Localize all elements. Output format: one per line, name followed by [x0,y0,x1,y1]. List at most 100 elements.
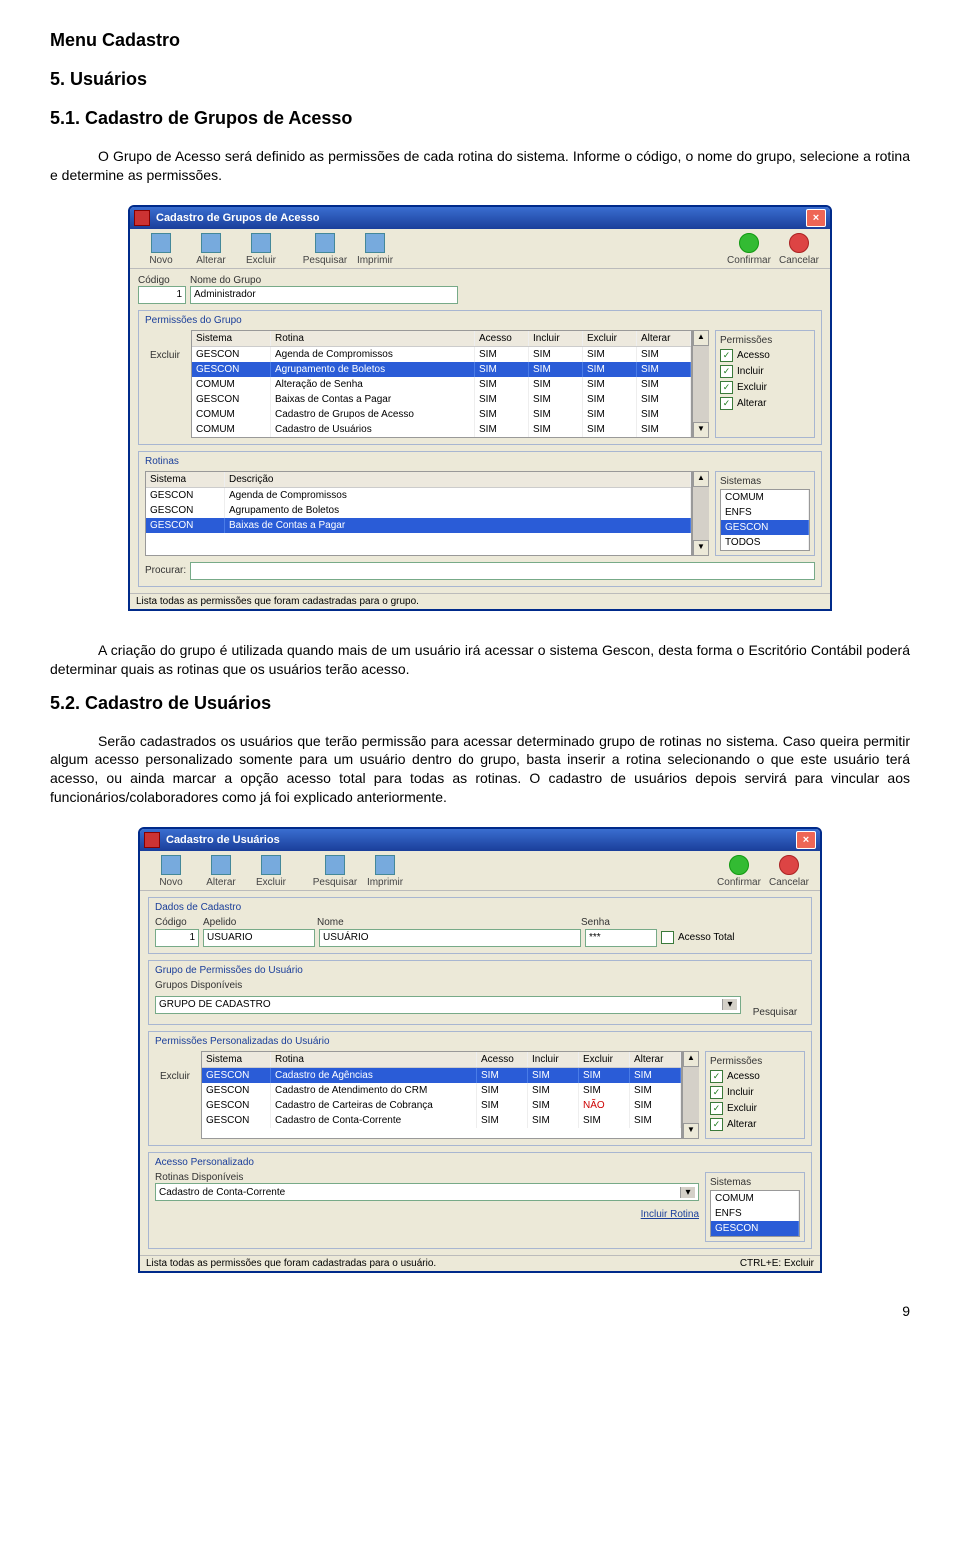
print-icon [365,233,385,253]
heading-menu-cadastro: Menu Cadastro [50,30,910,51]
window-title: Cadastro de Grupos de Acesso [156,212,806,224]
col-sistema: Sistema [202,1052,271,1067]
window-titlebar: Cadastro de Usuários × [140,829,820,851]
col-acesso: Acesso [477,1052,528,1067]
apelido-label: Apelido [203,917,313,928]
rotinas-grid[interactable]: Sistema Descrição GESCONAgenda de Compro… [145,471,692,556]
grupos-disponiveis-combo[interactable]: GRUPO DE CADASTRO▾ [155,996,741,1014]
grupos-disponiveis-label: Grupos Disponíveis [155,980,805,991]
chevron-down-icon: ▾ [680,1187,695,1198]
cancelar-button[interactable]: Cancelar [776,233,822,266]
table-row[interactable]: GESCONAgrupamento de Boletos [146,503,691,518]
cancel-icon [789,233,809,253]
alterar-button[interactable]: Alterar [188,233,234,266]
delete-icon [261,855,281,875]
procurar-input[interactable] [190,562,815,580]
table-row[interactable]: GESCONCadastro de Carteiras de CobrançaS… [202,1098,681,1113]
table-row[interactable]: GESCONCadastro de AgênciasSIMSIMSIMSIM [202,1068,681,1083]
table-row[interactable]: COMUMAlteração de SenhaSIMSIMSIMSIM [192,377,691,392]
scrollbar[interactable]: ▲▼ [682,1051,699,1139]
pesquisar-button[interactable]: Pesquisar [302,233,348,266]
procurar-label: Procurar: [145,565,186,576]
codigo-label: Código [138,275,186,286]
list-item[interactable]: GESCON [721,520,809,535]
senha-label: Senha [581,917,651,928]
toolbar: Novo Alterar Excluir Pesquisar Imprimir … [130,229,830,269]
excluir-checkbox[interactable]: ✓Excluir [710,1102,800,1115]
dados-cadastro-panel: Dados de Cadastro Código Apelido Nome Se… [148,897,812,954]
confirmar-button[interactable]: Confirmar [716,855,762,888]
sistemas-list[interactable]: COMUMENFSGESCON [710,1190,800,1237]
delete-icon [251,233,271,253]
close-button[interactable]: × [796,831,816,849]
close-button[interactable]: × [806,209,826,227]
sistemas-list[interactable]: COMUMENFSGESCONTODOS [720,489,810,551]
permissoes-grid[interactable]: Sistema Rotina Acesso Incluir Excluir Al… [191,330,692,438]
table-row[interactable]: GESCONBaixas de Contas a PagarSIMSIMSIMS… [192,392,691,407]
codigo-input[interactable]: 1 [138,286,186,304]
table-row[interactable]: COMUMCadastro de Grupos de AcessoSIMSIMS… [192,407,691,422]
paragraph-intro-3: Serão cadastrados os usuários que terão … [50,732,910,808]
table-row[interactable]: GESCONAgenda de CompromissosSIMSIMSIMSIM [192,347,691,362]
acesso-checkbox[interactable]: ✓Acesso [720,349,810,362]
nome-input[interactable]: USUÁRIO [319,929,581,947]
imprimir-button[interactable]: Imprimir [362,855,408,888]
edit-icon [211,855,231,875]
permissoes-grid[interactable]: Sistema Rotina Acesso Incluir Excluir Al… [201,1051,682,1139]
novo-button[interactable]: Novo [138,233,184,266]
confirmar-button[interactable]: Confirmar [726,233,772,266]
new-icon [151,233,171,253]
scrollbar[interactable]: ▲▼ [692,330,709,438]
cancelar-button[interactable]: Cancelar [766,855,812,888]
magnifier-icon[interactable] [767,991,783,1007]
incluir-rotina-link[interactable]: Incluir Rotina [641,1209,699,1220]
excluir-side-label: Excluir [155,1071,195,1082]
excluir-side-icon[interactable] [166,1051,184,1069]
col-alterar: Alterar [630,1052,681,1067]
app-icon [144,832,160,848]
excluir-button[interactable]: Excluir [248,855,294,888]
excluir-checkbox[interactable]: ✓Excluir [720,381,810,394]
rotinas-disponiveis-label: Rotinas Disponíveis [155,1172,699,1183]
table-row[interactable]: GESCONBaixas de Contas a Pagar [146,518,691,533]
alterar-button[interactable]: Alterar [198,855,244,888]
list-item[interactable]: ENFS [711,1206,799,1221]
codigo-input[interactable]: 1 [155,929,199,947]
toolbar: Novo Alterar Excluir Pesquisar Imprimir … [140,851,820,891]
confirm-icon [729,855,749,875]
permissoes-checkbox-panel: Permissões ✓Acesso ✓Incluir ✓Excluir ✓Al… [705,1051,805,1139]
acesso-total-checkbox[interactable]: Acesso Total [661,931,735,944]
acesso-checkbox[interactable]: ✓Acesso [710,1070,800,1083]
table-row[interactable]: COMUMCadastro de UsuáriosSIMSIMSIMSIM [192,422,691,437]
col-excluir: Excluir [579,1052,630,1067]
codigo-label: Código [155,917,199,928]
nome-grupo-input[interactable]: Administrador [190,286,458,304]
pesquisar-label: Pesquisar [745,1007,805,1018]
table-row[interactable]: GESCONCadastro de Atendimento do CRMSIMS… [202,1083,681,1098]
table-row[interactable]: GESCONCadastro de Conta-CorrenteSIMSIMSI… [202,1113,681,1128]
permissoes-checkbox-panel: Permissões ✓Acesso ✓Incluir ✓Excluir ✓Al… [715,330,815,438]
list-item[interactable]: GESCON [711,1221,799,1236]
alterar-checkbox[interactable]: ✓Alterar [720,397,810,410]
excluir-button[interactable]: Excluir [238,233,284,266]
list-item[interactable]: COMUM [721,490,809,505]
list-item[interactable]: COMUM [711,1191,799,1206]
table-row[interactable]: GESCONAgenda de Compromissos [146,488,691,503]
incluir-checkbox[interactable]: ✓Incluir [720,365,810,378]
rotinas-panel: Rotinas Sistema Descrição GESCONAgenda d… [138,451,822,587]
senha-input[interactable]: *** [585,929,657,947]
alterar-checkbox[interactable]: ✓Alterar [710,1118,800,1131]
scrollbar[interactable]: ▲▼ [692,471,709,556]
incluir-checkbox[interactable]: ✓Incluir [710,1086,800,1099]
grupo-permissoes-panel: Grupo de Permissões do Usuário Grupos Di… [148,960,812,1025]
list-item[interactable]: ENFS [721,505,809,520]
table-row[interactable]: GESCONAgrupamento de BoletosSIMSIMSIMSIM [192,362,691,377]
excluir-side-icon[interactable] [156,330,174,348]
rotinas-disponiveis-combo[interactable]: Cadastro de Conta-Corrente▾ [155,1183,699,1201]
panel-title: Rotinas [145,456,815,467]
pesquisar-button[interactable]: Pesquisar [312,855,358,888]
novo-button[interactable]: Novo [148,855,194,888]
imprimir-button[interactable]: Imprimir [352,233,398,266]
apelido-input[interactable]: USUARIO [203,929,315,947]
list-item[interactable]: TODOS [721,535,809,550]
